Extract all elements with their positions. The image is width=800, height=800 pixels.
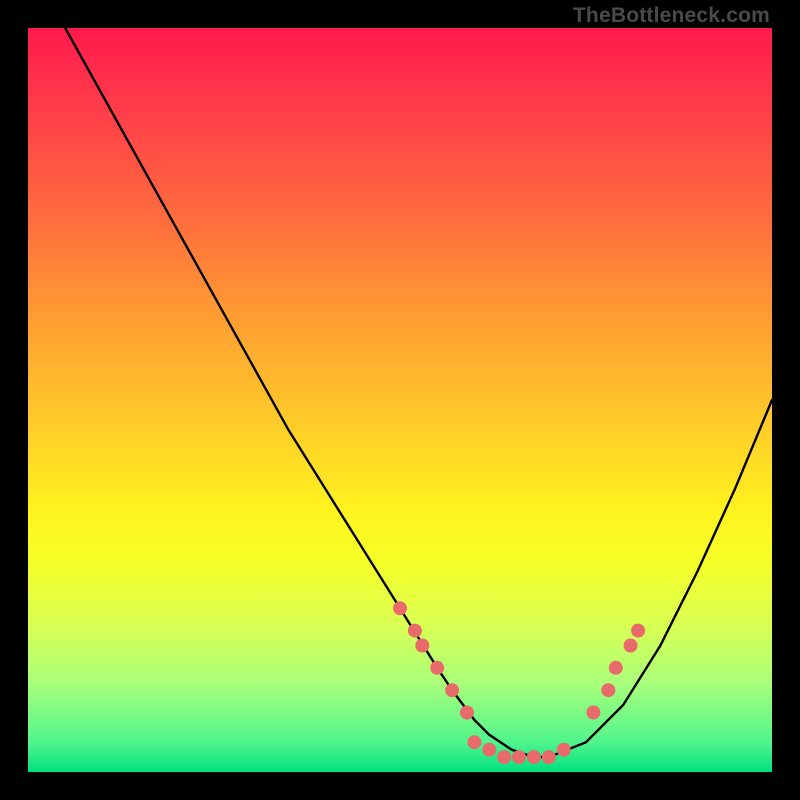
curve-layer — [28, 28, 772, 772]
highlight-dots — [393, 601, 645, 764]
plot-area — [28, 28, 772, 772]
highlight-dot — [512, 750, 526, 764]
highlight-dot — [497, 750, 511, 764]
attribution-label: TheBottleneck.com — [573, 4, 770, 28]
highlight-dot — [445, 683, 459, 697]
highlight-dot — [460, 706, 474, 720]
highlight-dot — [415, 639, 429, 653]
highlight-dot — [631, 624, 645, 638]
highlight-dot — [586, 706, 600, 720]
highlight-dot — [557, 743, 571, 757]
highlight-dot — [542, 750, 556, 764]
highlight-dot — [430, 661, 444, 675]
highlight-dot — [609, 661, 623, 675]
highlight-dot — [482, 743, 496, 757]
highlight-dot — [527, 750, 541, 764]
highlight-dot — [393, 601, 407, 615]
highlight-dot — [408, 624, 422, 638]
chart-frame: TheBottleneck.com — [0, 0, 800, 800]
highlight-dot — [467, 735, 481, 749]
highlight-dot — [601, 683, 615, 697]
highlight-dot — [624, 639, 638, 653]
